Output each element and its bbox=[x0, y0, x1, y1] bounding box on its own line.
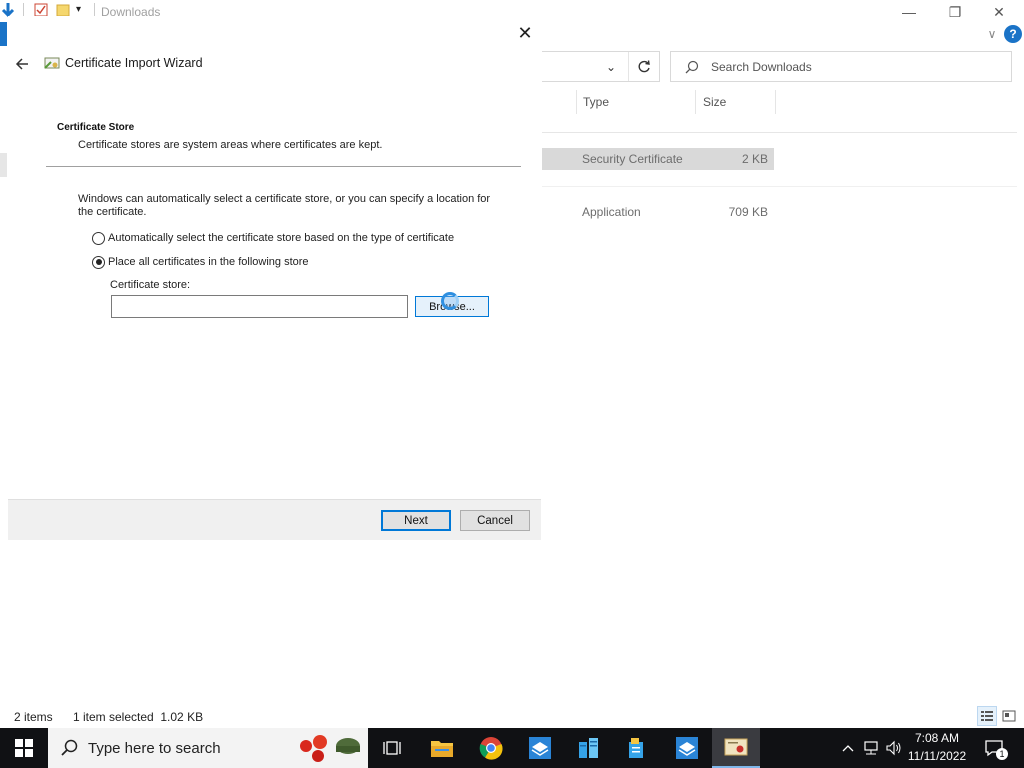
column-header-size[interactable]: Size bbox=[703, 95, 726, 109]
taskbar-certificate-wizard[interactable] bbox=[712, 728, 760, 768]
wizard-title: Certificate Import Wizard bbox=[65, 56, 203, 70]
radio-place-all[interactable]: Place all certificates in the following … bbox=[92, 254, 309, 270]
certificate-icon bbox=[724, 738, 748, 756]
start-button[interactable] bbox=[0, 728, 48, 768]
task-view-button[interactable] bbox=[368, 728, 416, 768]
certificate-import-wizard: ✕ Certificate Import Wizard Certificate … bbox=[8, 16, 541, 540]
column-divider[interactable] bbox=[576, 90, 577, 114]
column-divider[interactable] bbox=[695, 90, 696, 114]
wizard-footer: Next Cancel bbox=[8, 499, 541, 540]
cancel-button[interactable]: Cancel bbox=[460, 510, 530, 531]
section-description: Certificate stores are system areas wher… bbox=[78, 139, 383, 151]
chrome-icon bbox=[479, 737, 503, 760]
help-icon[interactable]: ? bbox=[1004, 25, 1022, 43]
servers-icon bbox=[579, 738, 598, 758]
taskbar-server-manager-2[interactable] bbox=[663, 728, 711, 768]
radio-label: Automatically select the certificate sto… bbox=[108, 232, 455, 244]
details-view-icon bbox=[981, 711, 993, 721]
address-divider bbox=[628, 52, 629, 81]
radio-auto-select[interactable]: Automatically select the certificate sto… bbox=[92, 230, 454, 246]
clock-date[interactable]: 11/11/2022 bbox=[906, 749, 968, 763]
file-row-certificate[interactable]: Security Certificate 2 KB bbox=[542, 148, 774, 170]
wizard-close-button[interactable]: ✕ bbox=[513, 23, 537, 45]
new-folder-icon[interactable] bbox=[56, 3, 70, 17]
clock-time[interactable]: 7:08 AM bbox=[906, 731, 968, 745]
column-divider[interactable] bbox=[775, 90, 776, 114]
search-input[interactable]: Search Downloads bbox=[670, 51, 1012, 82]
search-icon bbox=[685, 60, 699, 74]
network-icon[interactable] bbox=[861, 738, 881, 758]
task-view-icon bbox=[383, 741, 401, 755]
file-type: Security Certificate bbox=[582, 152, 683, 166]
taskbar-search-box[interactable]: Type here to search bbox=[48, 728, 368, 768]
column-header-type[interactable]: Type bbox=[583, 95, 609, 109]
left-edge-accent bbox=[0, 22, 7, 46]
notification-badge: 1 bbox=[996, 748, 1008, 760]
volume-icon[interactable] bbox=[884, 738, 904, 758]
radio-button-checked[interactable] bbox=[92, 255, 105, 269]
search-placeholder: Search Downloads bbox=[711, 60, 812, 74]
certificate-icon bbox=[44, 57, 60, 69]
admin-tools-icon bbox=[629, 738, 643, 758]
file-row-application[interactable]: Application 709 KB bbox=[542, 201, 774, 223]
large-icons-view-icon bbox=[1002, 710, 1016, 722]
properties-icon[interactable] bbox=[34, 3, 48, 17]
refresh-icon[interactable] bbox=[636, 59, 652, 75]
server-manager-icon bbox=[529, 737, 551, 759]
quick-access-dropdown-icon[interactable]: ▾ bbox=[76, 4, 81, 15]
taskbar: Type here to search 7:08 AM 11/11/2022 1 bbox=[0, 728, 1024, 768]
section-divider bbox=[46, 166, 521, 167]
close-window-button[interactable]: ✕ bbox=[976, 0, 1022, 24]
server-manager-icon bbox=[676, 737, 698, 759]
next-button[interactable]: Next bbox=[381, 510, 451, 531]
left-edge-scroll bbox=[0, 153, 7, 177]
tray-overflow-chevron-icon[interactable] bbox=[838, 738, 858, 758]
search-icon bbox=[61, 739, 78, 756]
windows-logo-icon bbox=[15, 739, 33, 757]
radio-button-unchecked[interactable] bbox=[92, 231, 105, 245]
search-highlight-poppy-icon bbox=[300, 735, 360, 762]
certificate-store-label: Certificate store: bbox=[110, 279, 191, 291]
header-separator bbox=[542, 132, 1017, 133]
taskbar-admin-tools[interactable] bbox=[613, 728, 661, 768]
status-selection: 1 item selected 1.02 KB bbox=[73, 710, 204, 724]
restore-button[interactable]: ❐ bbox=[932, 0, 978, 24]
taskbar-chrome[interactable] bbox=[467, 728, 515, 768]
taskbar-servers-app[interactable] bbox=[565, 728, 613, 768]
certificate-store-field[interactable] bbox=[111, 295, 408, 318]
back-arrow-icon[interactable] bbox=[12, 54, 32, 74]
row-separator bbox=[542, 186, 1017, 187]
file-type: Application bbox=[582, 205, 641, 219]
busy-cursor-icon bbox=[441, 292, 459, 310]
taskbar-search-placeholder: Type here to search bbox=[88, 740, 221, 757]
radio-label: Place all certificates in the following … bbox=[108, 256, 309, 268]
details-view-button[interactable] bbox=[977, 706, 997, 726]
ribbon-expand-chevron-icon[interactable]: ∨ bbox=[984, 24, 1000, 44]
folder-icon bbox=[431, 741, 453, 757]
taskbar-file-explorer[interactable] bbox=[418, 728, 466, 768]
address-history-chevron-icon[interactable]: ⌄ bbox=[606, 60, 616, 74]
section-title: Certificate Store bbox=[57, 122, 135, 133]
large-icons-view-button[interactable] bbox=[999, 706, 1019, 726]
address-bar[interactable]: ⌄ bbox=[542, 51, 660, 82]
intro-text: Windows can automatically select a certi… bbox=[78, 193, 491, 218]
status-item-count: 2 items bbox=[14, 710, 53, 724]
minimize-button[interactable]: — bbox=[886, 0, 932, 24]
taskbar-server-manager[interactable] bbox=[516, 728, 564, 768]
file-size: 2 KB bbox=[741, 152, 768, 166]
file-size: 709 KB bbox=[728, 205, 768, 219]
